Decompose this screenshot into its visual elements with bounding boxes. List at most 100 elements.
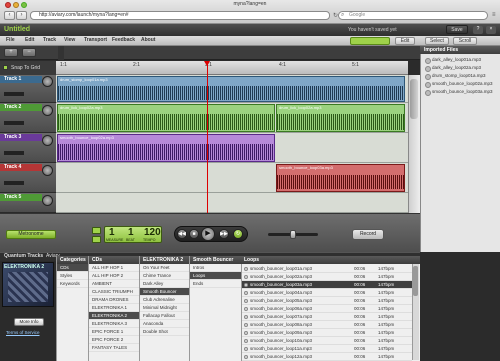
cd-track-item[interactable]: On Your Feet [140,264,189,272]
pan-slider[interactable] [4,92,24,96]
loop-row[interactable]: smooth_bouncer_loop08a.mp3 00:06 147bpm [242,321,412,329]
loop-row[interactable]: smooth_bouncer_loop12a.mp3 00:06 147bpm [242,353,412,361]
track-name[interactable]: Track 4 [0,164,42,171]
timeline-start-marker[interactable] [58,46,64,60]
category-item[interactable]: Keywords [57,280,88,288]
loop-row[interactable]: smooth_bouncer_loop11a.mp3 00:06 147bpm [242,345,412,353]
imported-file-item[interactable]: dark_alley_loop01a.mp3 [424,56,498,64]
loop-row[interactable]: smooth_bouncer_loop10a.mp3 00:06 147bpm [242,337,412,345]
zoom-icon[interactable] [21,2,27,8]
audio-clip[interactable]: smooth_bounce_loop02a.mp3 [57,134,275,162]
loop-row[interactable]: smooth_bouncer_loop06a.mp3 00:06 147bpm [242,305,412,313]
loop-row[interactable]: smooth_bouncer_loop07a.mp3 00:06 147bpm [242,313,412,321]
song-part-item[interactable]: Intros [190,264,241,272]
category-item[interactable]: Styles [57,272,88,280]
more-info-button[interactable]: More Info [14,318,44,326]
cd-track-item[interactable]: Fallacap Fallout [140,312,189,320]
volume-knob-icon[interactable] [42,105,53,116]
cd-item[interactable]: AMBIENT [89,280,139,288]
cd-item[interactable]: ALL HIP HOP 2 [89,272,139,280]
preview-play-icon[interactable] [244,291,248,295]
fast-forward-icon[interactable]: ▶▶ [219,229,229,239]
scrollbar-thumb[interactable] [413,266,418,296]
loop-row[interactable]: smooth_bouncer_loop01a.mp3 00:06 147bpm [242,265,412,273]
volume-knob-icon[interactable] [42,135,53,146]
back-arrow-icon[interactable]: ‹ [4,11,15,20]
save-button[interactable]: Save [446,25,468,34]
track-lane-5[interactable] [56,193,408,213]
cd-track-item[interactable]: Chime Trance [140,272,189,280]
preview-play-icon[interactable] [244,323,248,327]
tempo-value[interactable]: 120 [144,227,161,238]
add-track-icon[interactable]: + [4,48,18,57]
track-name[interactable]: Track 5 [0,194,42,201]
cd-item[interactable]: EPIC FORCE 1 [89,328,139,336]
pan-slider[interactable] [4,121,24,125]
select-tool-button[interactable]: Select [425,37,449,45]
playhead[interactable] [207,61,208,213]
loop-row[interactable]: smooth_bouncer_loop09a.mp3 00:06 147bpm [242,329,412,337]
preview-play-icon[interactable] [244,267,248,271]
pan-slider[interactable] [4,181,24,185]
loop-row[interactable]: smooth_bouncer_loop03a.mp3 00:06 147bpm [242,281,412,289]
imported-file-item[interactable]: drum_stomp_loop01a.mp3 [424,72,498,80]
loop-row[interactable]: smooth_bouncer_loop05a.mp3 00:06 147bpm [242,297,412,305]
help-icon[interactable]: ? [473,26,483,34]
search-field[interactable]: Google [338,11,488,20]
bookmarks-icon[interactable]: ≡ [492,12,496,18]
preview-play-icon[interactable] [244,339,248,343]
song-part-item[interactable]: Loops [190,272,241,280]
menu-transport[interactable]: Transport [84,37,107,43]
track-name[interactable]: Track 1 [0,76,42,83]
forward-arrow-icon[interactable]: › [16,11,27,20]
cd-track-item[interactable]: Smooth Bouncer [140,288,189,296]
tab-quantum-tracks[interactable]: Quantum Tracks [4,253,43,259]
snap-to-grid-toggle[interactable]: Snap To Grid [0,61,56,75]
audio-clip[interactable]: drum_stomp_loop01a.mp3 [57,76,405,102]
imported-file-item[interactable]: smooth_bounce_loop03a.mp3 [424,88,498,96]
song-part-item[interactable]: Ends [190,280,241,288]
loop-row[interactable]: smooth_bouncer_loop04a.mp3 00:06 147bpm [242,289,412,297]
url-field[interactable]: http://aviary.com/launch/myna?lang=en# [30,11,330,20]
zoom-slider[interactable] [350,37,390,45]
pan-slider[interactable] [4,151,24,155]
imported-file-item[interactable]: dark_alley_loop02a.mp3 [424,64,498,72]
menu-track[interactable]: Track [43,37,56,43]
terms-of-service-link[interactable]: Terms of Service [6,330,40,335]
close-app-icon[interactable]: × [486,26,496,34]
cd-item[interactable]: ELEKTRONIKA 1 [89,304,139,312]
stop-icon[interactable]: ■ [189,229,199,239]
scroll-tool-button[interactable]: Scroll [453,37,477,45]
audio-clip[interactable]: drum_lick_loop02a.mp3 [57,104,275,132]
cd-track-item[interactable]: Club Adrenaline [140,296,189,304]
scrollbar-thumb[interactable] [410,79,418,119]
audio-clip[interactable]: smooth_bounce_loop03a.mp3 [276,164,405,192]
master-volume-handle[interactable] [290,230,296,239]
menu-edit[interactable]: Edit [25,37,34,43]
preview-play-icon[interactable] [244,355,248,359]
cd-track-item[interactable]: Dark Alley [140,280,189,288]
track-name[interactable]: Track 2 [0,104,42,111]
preview-play-icon[interactable] [244,307,248,311]
snap-checkbox-icon[interactable] [3,65,8,70]
volume-knob-icon[interactable] [42,195,53,206]
loop-toggle-icon[interactable] [92,227,101,234]
volume-knob-icon[interactable] [42,76,53,87]
imported-file-item[interactable]: smooth_bounce_loop02a.mp3 [424,80,498,88]
cd-item[interactable]: DRAMA DRONES [89,296,139,304]
preview-play-icon[interactable] [244,275,248,279]
preview-play-icon[interactable] [244,283,248,287]
remove-track-icon[interactable]: − [22,48,36,57]
record-button[interactable]: Record [352,229,384,240]
count-in-toggle-icon[interactable] [92,236,101,243]
cd-track-item[interactable]: Minimal Midnight [140,304,189,312]
preview-play-icon[interactable] [244,299,248,303]
preview-play-icon[interactable] [244,331,248,335]
volume-knob-icon[interactable] [42,165,53,176]
rewind-icon[interactable]: ◀◀ [177,229,187,239]
cd-item[interactable]: ELEKTRONIKA 3 [89,320,139,328]
menu-view[interactable]: View [64,37,75,43]
menu-feedback[interactable]: Feedback [112,37,135,43]
track-name[interactable]: Track 3 [0,134,42,141]
category-item[interactable]: CDs [57,264,88,272]
